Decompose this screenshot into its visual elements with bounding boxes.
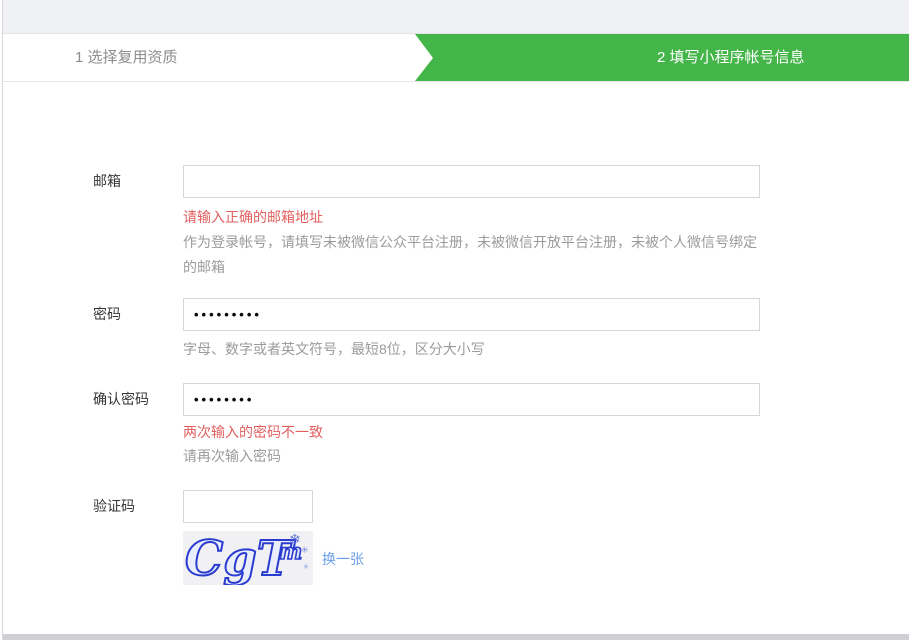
captcha-snowflake-small-icon: ✳ (301, 545, 309, 555)
password-input[interactable] (183, 298, 760, 331)
confirm-password-label: 确认密码 (93, 383, 149, 416)
password-help-text: 字母、数字或者英文符号，最短8位，区分大小写 (183, 337, 760, 362)
step-arrow-notch (415, 34, 433, 81)
captcha-image: CgT m ❄ ✳ ✳ (183, 531, 313, 585)
window-left-border (2, 0, 3, 640)
email-input[interactable] (183, 165, 760, 198)
email-label: 邮箱 (93, 165, 121, 198)
top-band (3, 0, 909, 34)
password-label: 密码 (93, 298, 121, 331)
step-1-choose-qualification: 1 选择复用资质 (75, 34, 178, 81)
captcha-refresh-link[interactable]: 换一张 (322, 549, 364, 569)
email-error-text: 请输入正确的邮箱地址 (183, 207, 323, 227)
captcha-label: 验证码 (93, 490, 135, 523)
registration-window: 1 选择复用资质 2 填写小程序帐号信息 邮箱 请输入正确的邮箱地址 作为登录帐… (0, 0, 909, 640)
confirm-password-input[interactable] (183, 383, 760, 416)
step-2-segment-active: 2 填写小程序帐号信息 (415, 34, 909, 81)
captcha-speck-icon: ✳ (303, 563, 309, 571)
step-progress-bar: 1 选择复用资质 2 填写小程序帐号信息 (3, 34, 909, 82)
confirm-password-help-text: 请再次输入密码 (183, 444, 760, 469)
captcha-snowflake-icon: ❄ (289, 531, 301, 547)
step-2-account-info: 2 填写小程序帐号信息 (657, 34, 805, 81)
email-help-text: 作为登录帐号，请填写未被微信公众平台注册，未被微信开放平台注册，未被个人微信号绑… (183, 230, 760, 280)
window-bottom-edge (3, 634, 909, 640)
confirm-password-error-text: 两次输入的密码不一致 (183, 422, 323, 442)
captcha-input[interactable] (183, 490, 313, 523)
